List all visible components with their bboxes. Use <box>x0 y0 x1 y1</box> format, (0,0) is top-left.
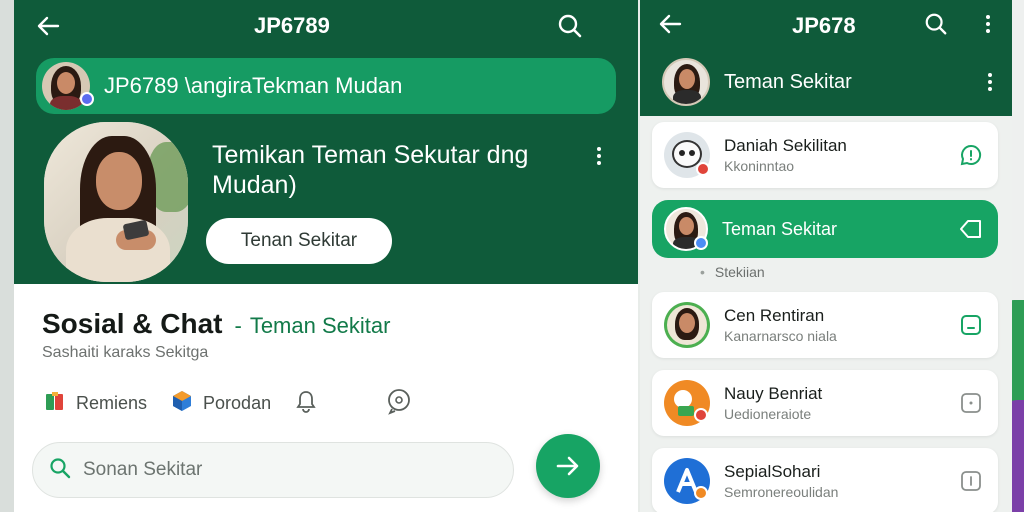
section-caption-text: Stekiian <box>714 264 765 280</box>
contact-card[interactable]: Nauy Benriat Uedioneraiote <box>652 370 998 436</box>
hero-heading: Temikan Teman Sekutar dng Mudan) <box>212 141 529 199</box>
status-badge <box>696 162 710 176</box>
quick-action-chat[interactable] <box>385 387 413 420</box>
contact-card[interactable]: Daniah Sekilitan Kkoninntao <box>652 122 998 188</box>
profile-label: Teman Sekitar <box>724 70 852 93</box>
status-badge <box>694 236 708 250</box>
profile-avatar <box>662 58 710 106</box>
status-badge <box>694 486 708 500</box>
banner-text: JP6789 \angiraTekman Mudan <box>104 73 403 98</box>
back-arrow-icon[interactable] <box>32 10 64 42</box>
contact-card[interactable]: SepialSohari Semronereoulidan <box>652 448 998 512</box>
more-options-icon[interactable] <box>589 140 609 172</box>
section-caption: • Stekiian <box>700 264 765 280</box>
chat-icon <box>385 387 413 420</box>
status-badge <box>694 408 708 422</box>
search-icon[interactable] <box>920 8 952 40</box>
gift-icon <box>42 388 68 419</box>
contact-name: Daniah Sekilitan <box>724 136 847 155</box>
section-title: Sosial & Chat - Teman Sekitar <box>42 308 390 340</box>
contact-name: SepialSohari <box>724 462 821 481</box>
section-title-dash: - <box>234 313 242 338</box>
search-icon <box>49 457 71 484</box>
quick-action-label: Remiens <box>76 392 148 413</box>
contact-name: Cen Rentiran <box>724 306 825 325</box>
section-title-accent: Teman Sekitar <box>249 313 391 338</box>
right-phone-screen: JP678 Teman Sekitar Daniah Sekilitan Kko… <box>640 0 1012 512</box>
quick-action-notifications[interactable] <box>293 388 319 419</box>
contact-name: Nauy Benriat <box>724 384 823 403</box>
cube-icon <box>169 388 195 419</box>
send-button[interactable] <box>536 434 600 498</box>
left-app-title: JP6789 <box>254 13 330 38</box>
verified-badge-icon <box>80 92 94 106</box>
right-app-title: JP678 <box>792 13 856 38</box>
search-bar[interactable] <box>32 442 514 498</box>
more-options-icon[interactable] <box>978 8 998 40</box>
contact-avatar <box>664 302 710 348</box>
left-phone-screen: JP6789 JP6789 \angiraTekman Mudan Temika… <box>14 0 638 512</box>
contact-subtitle: Kanarnarsco niala <box>724 328 837 344</box>
chat-bubble-icon[interactable] <box>958 142 984 168</box>
profile-more-icon[interactable] <box>980 68 1000 96</box>
contact-card-active[interactable]: Teman Sekitar <box>652 200 998 258</box>
contact-subtitle: Kkoninntao <box>724 158 795 174</box>
bell-icon <box>293 388 319 419</box>
profile-banner[interactable]: JP6789 \angiraTekman Mudan <box>36 58 616 114</box>
right-profile-row[interactable]: Teman Sekitar <box>662 58 852 106</box>
section-subtitle: Sashaiti karaks Sekitga <box>42 344 209 361</box>
quick-action-label: Porodan <box>203 392 272 413</box>
tag-icon[interactable] <box>958 216 984 242</box>
search-icon[interactable] <box>554 10 586 42</box>
contact-subtitle: Uedioneraiote <box>724 406 812 422</box>
quick-action-remiens[interactable]: Remiens <box>42 388 147 419</box>
square-icon[interactable] <box>958 468 984 494</box>
arrow-forward-icon <box>556 456 579 476</box>
quick-action-porodan[interactable]: Porodan <box>169 388 271 419</box>
section-title-main: Sosial & Chat <box>42 308 223 339</box>
message-square-icon[interactable] <box>958 312 984 338</box>
contact-card[interactable]: Cen Rentiran Kanarnarsco niala <box>652 292 998 358</box>
back-arrow-icon[interactable] <box>654 8 686 40</box>
contact-name: Teman Sekitar <box>722 218 838 239</box>
find-nearby-button[interactable]: Tenan Sekitar <box>206 218 392 264</box>
contact-subtitle: Semronereoulidan <box>724 484 839 500</box>
search-input[interactable] <box>83 459 463 481</box>
square-icon[interactable] <box>958 390 984 416</box>
profile-photo <box>44 122 188 282</box>
bullet-icon: • <box>700 264 705 280</box>
quick-actions: Remiens Porodan <box>42 386 435 420</box>
